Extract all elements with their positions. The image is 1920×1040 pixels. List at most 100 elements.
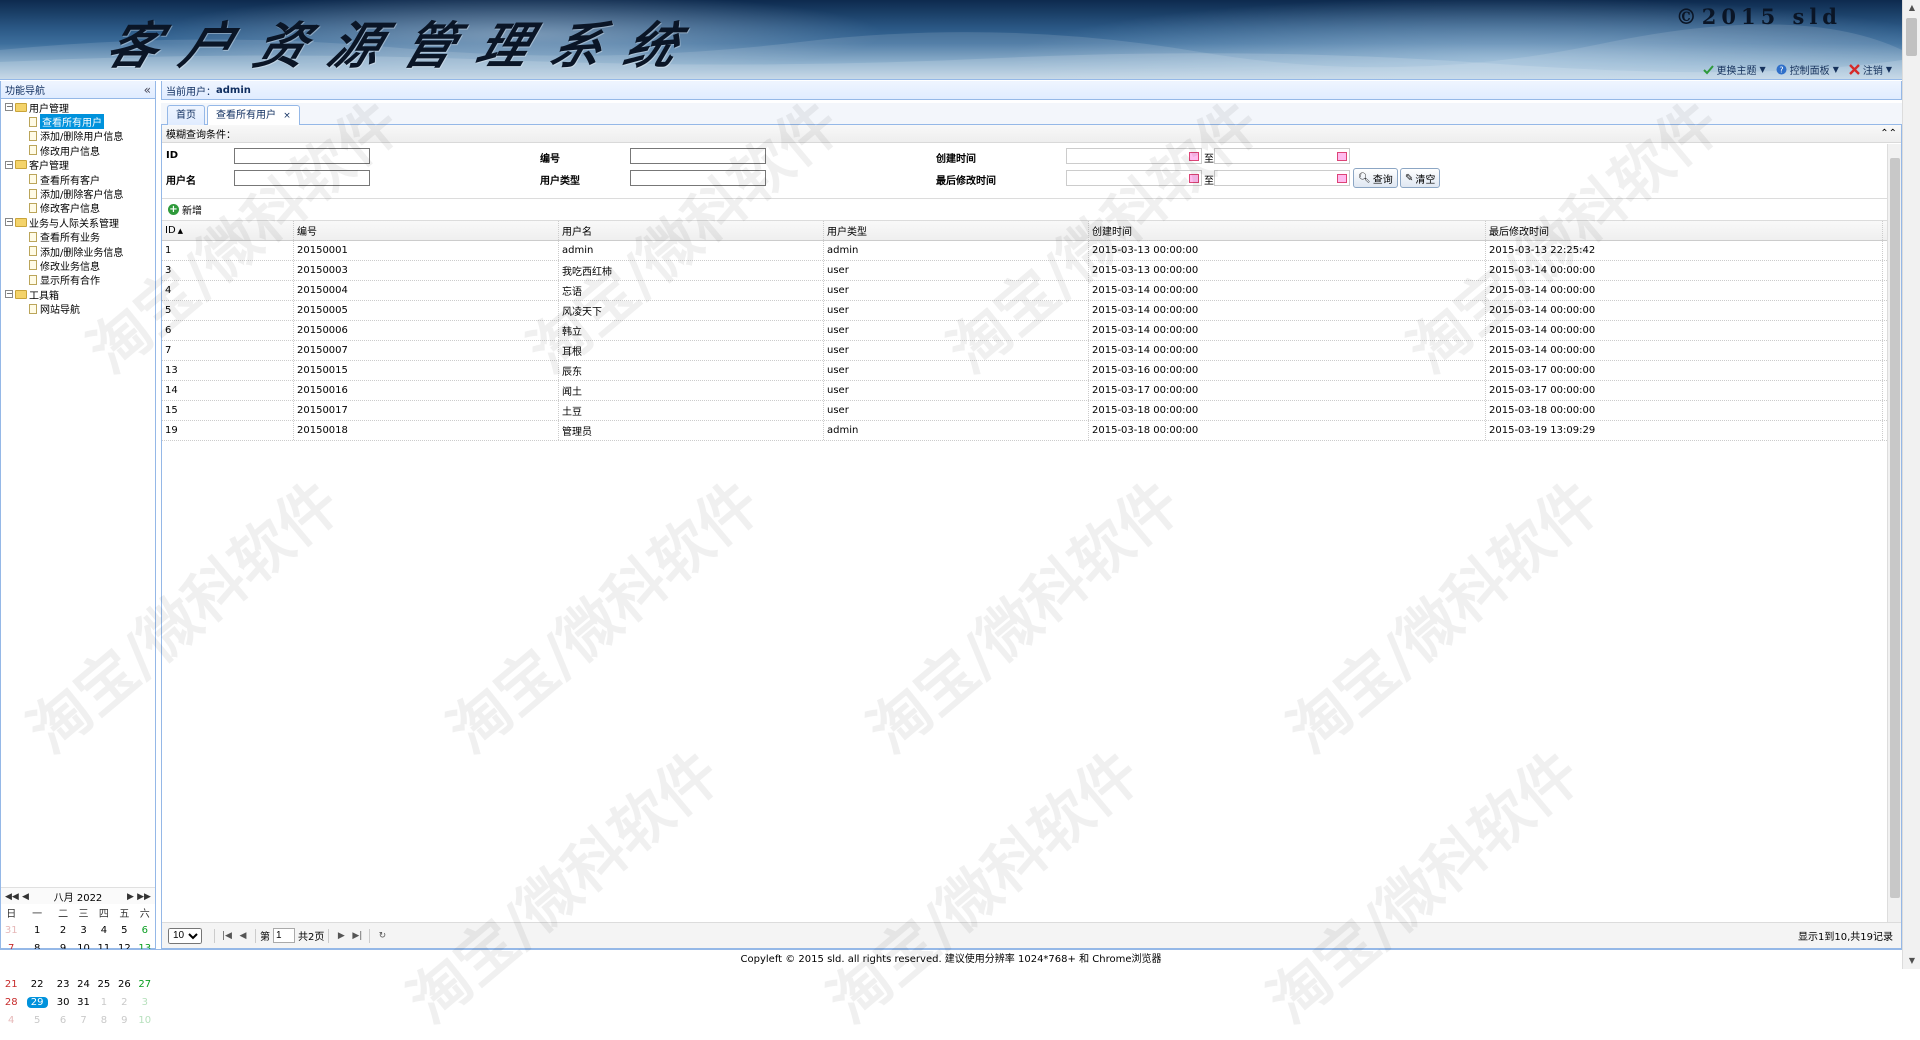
scroll-down-icon[interactable]: ▼	[1903, 953, 1920, 969]
prev-month-icon[interactable]: ◀	[22, 892, 29, 902]
calendar-day[interactable]: 8	[94, 1011, 114, 1029]
next-page-icon[interactable]: ▶	[333, 931, 349, 941]
nav-folder[interactable]: − 用户管理	[1, 100, 155, 115]
next-month-icon[interactable]: ▶	[127, 892, 134, 902]
table-row[interactable]: 13 20150015 辰东 user 2015-03-16 00:00:00 2015-…	[162, 361, 1901, 381]
scroll-up-icon[interactable]: ▲	[1903, 0, 1920, 16]
nav-item[interactable]: 查看所有业务	[1, 230, 155, 244]
table-row[interactable]: 4 20150004 忘语 user 2015-03-14 00:00:00 2015-0…	[162, 281, 1901, 301]
column-header-usertype[interactable]: 用户类型	[824, 221, 1089, 240]
calendar-day[interactable]: 25	[94, 975, 114, 993]
query-button[interactable]: 🔍︎ 查询	[1353, 168, 1398, 188]
collapse-toggle-icon[interactable]: −	[5, 160, 13, 169]
calendar-day[interactable]: 2	[114, 993, 134, 1011]
column-header-created[interactable]: 创建时间	[1089, 221, 1486, 240]
calendar-day[interactable]: 10	[135, 1011, 155, 1029]
column-header-username[interactable]: 用户名	[559, 221, 824, 240]
prev-year-icon[interactable]: ◀◀	[5, 892, 19, 902]
nav-item[interactable]: 修改客户信息	[1, 201, 155, 215]
table-row[interactable]: 1 20150001 admin admin 2015-03-13 00:00:00 20…	[162, 241, 1901, 261]
column-header-number[interactable]: 编号	[294, 221, 559, 240]
page-number-input[interactable]	[273, 928, 295, 943]
nav-item[interactable]: 修改用户信息	[1, 143, 155, 158]
collapse-toggle-icon[interactable]: −	[5, 103, 13, 112]
modified-to-field[interactable]	[1214, 170, 1350, 186]
tab-view-all-users[interactable]: 查看所有用户 ×	[207, 105, 300, 126]
calendar-day[interactable]: 3	[73, 921, 93, 939]
nav-item[interactable]: 网站导航	[1, 301, 155, 316]
collapse-up-icon[interactable]: ⌃⌃	[1880, 128, 1897, 139]
collapse-toggle-icon[interactable]: −	[5, 290, 13, 299]
usertype-input[interactable]	[630, 170, 766, 186]
id-input[interactable]	[234, 148, 370, 164]
calendar-day[interactable]: 28	[1, 993, 21, 1011]
collapse-toggle-icon[interactable]: −	[5, 218, 13, 227]
calendar-day[interactable]: 4	[1, 1011, 21, 1029]
calendar-day[interactable]: 23	[53, 975, 73, 993]
nav-item[interactable]: 添加/删除客户信息	[1, 186, 155, 201]
next-year-icon[interactable]: ▶▶	[137, 892, 151, 902]
change-theme-menu[interactable]: 更换主题 ▼	[1702, 62, 1766, 77]
calendar-day[interactable]: 31	[73, 993, 93, 1011]
calendar-day[interactable]: 1	[94, 993, 114, 1011]
calendar-icon[interactable]	[1189, 174, 1199, 183]
table-row[interactable]: 14 20150016 闻土 user 2015-03-17 00:00:00 2015-…	[162, 381, 1901, 401]
calendar-day[interactable]: 27	[135, 975, 155, 993]
calendar-day[interactable]: 6	[53, 1011, 73, 1029]
calendar-day[interactable]: 26	[114, 975, 134, 993]
calendar-day[interactable]: 24	[73, 975, 93, 993]
first-page-icon[interactable]: |◀	[219, 931, 235, 941]
calendar-day[interactable]: 22	[21, 975, 53, 993]
logout-menu[interactable]: 注销 ▼	[1848, 62, 1892, 77]
table-row[interactable]: 3 20150003 我吃西红柿 user 2015-03-13 00:00:00 201…	[162, 261, 1901, 281]
calendar-icon[interactable]	[1189, 152, 1199, 161]
calendar-day[interactable]: 6	[135, 921, 155, 939]
grid-scrollbar[interactable]	[1887, 144, 1901, 923]
nav-item[interactable]: 添加/删除用户信息	[1, 129, 155, 143]
calendar-title[interactable]: 八月 2022	[54, 889, 103, 904]
calendar-day[interactable]: 5	[21, 1011, 53, 1029]
number-input[interactable]	[630, 148, 766, 164]
nav-folder[interactable]: − 业务与人际关系管理	[1, 215, 155, 230]
page-size-select[interactable]: 10	[168, 927, 202, 944]
nav-folder[interactable]: − 客户管理	[1, 158, 155, 172]
calendar-day[interactable]: 2	[53, 921, 73, 939]
calendar-icon[interactable]	[1337, 174, 1347, 183]
last-page-icon[interactable]: ▶|	[349, 931, 365, 941]
created-from-field[interactable]	[1066, 148, 1202, 164]
calendar-day[interactable]: 5	[114, 921, 134, 939]
control-panel-menu[interactable]: ? 控制面板 ▼	[1776, 62, 1839, 77]
modified-from-field[interactable]	[1066, 170, 1202, 186]
calendar-day[interactable]: 29	[21, 993, 53, 1011]
calendar-day[interactable]: 21	[1, 975, 21, 993]
table-row[interactable]: 5 20150005 风凌天下 user 2015-03-14 00:00:00 2015…	[162, 301, 1901, 321]
username-input[interactable]	[234, 170, 370, 186]
tab-close-icon[interactable]: ×	[283, 111, 291, 121]
table-row[interactable]: 15 20150017 土豆 user 2015-03-18 00:00:00 2015-…	[162, 401, 1901, 421]
calendar-icon[interactable]	[1337, 152, 1347, 161]
nav-item[interactable]: 显示所有合作	[1, 273, 155, 287]
collapse-left-icon[interactable]: «	[144, 83, 151, 97]
nav-item[interactable]: 查看所有用户	[1, 114, 155, 130]
calendar-day[interactable]: 31	[1, 921, 21, 939]
calendar-day[interactable]: 30	[53, 993, 73, 1011]
table-row[interactable]: 6 20150006 韩立 user 2015-03-14 00:00:00 2015-0…	[162, 321, 1901, 341]
refresh-icon[interactable]: ↻	[374, 931, 390, 941]
prev-page-icon[interactable]: ◀	[235, 931, 251, 941]
nav-item[interactable]: 添加/删除业务信息	[1, 244, 155, 259]
created-to-field[interactable]	[1214, 148, 1350, 164]
table-row[interactable]: 19 20150018 管理员 admin 2015-03-18 00:00:00 201…	[162, 421, 1901, 441]
nav-item[interactable]: 查看所有客户	[1, 172, 155, 187]
nav-folder[interactable]: − 工具箱	[1, 287, 155, 302]
calendar-day[interactable]: 3	[135, 993, 155, 1011]
tab-home[interactable]: 首页	[167, 105, 205, 125]
clear-button[interactable]: ✎ 清空	[1400, 168, 1441, 188]
nav-item[interactable]: 修改业务信息	[1, 258, 155, 273]
table-row[interactable]: 7 20150007 耳根 user 2015-03-14 00:00:00 2015-0…	[162, 341, 1901, 361]
calendar-day[interactable]: 7	[73, 1011, 93, 1029]
calendar-day[interactable]: 9	[114, 1011, 134, 1029]
window-scrollbar[interactable]: ▲ ▼	[1902, 0, 1920, 969]
add-button[interactable]: + 新增	[168, 202, 202, 217]
calendar-day[interactable]: 1	[21, 921, 53, 939]
column-header-modified[interactable]: 最后修改时间	[1486, 221, 1883, 240]
